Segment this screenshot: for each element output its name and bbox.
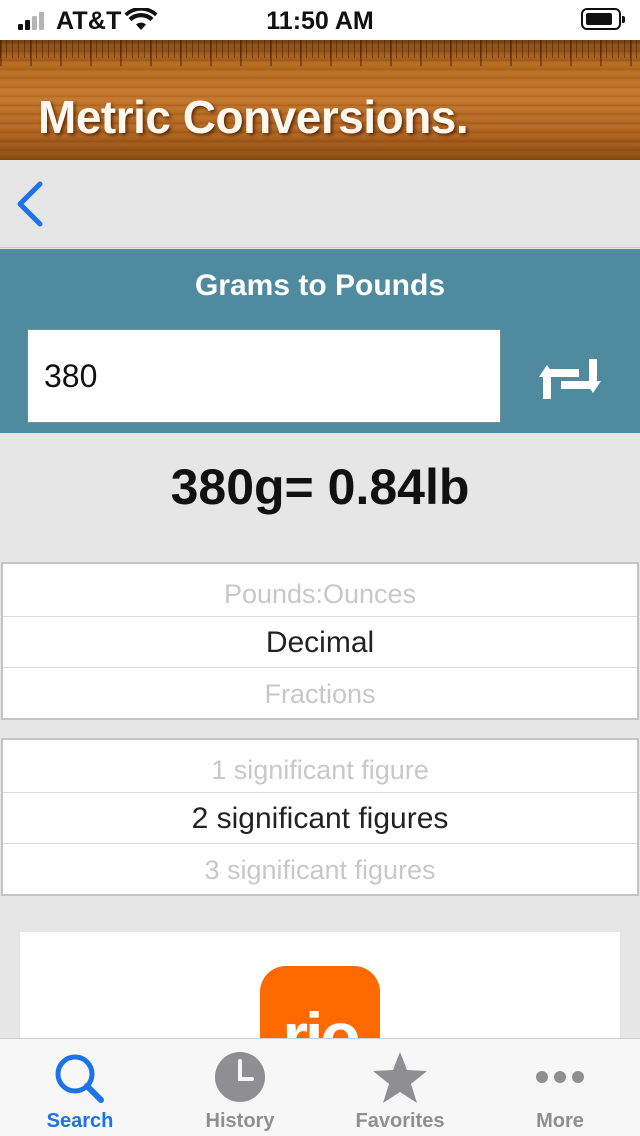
picker-option[interactable]: Pounds:Ounces <box>3 568 637 620</box>
status-time: 11:50 AM <box>266 7 374 35</box>
ad-banner[interactable]: rio <box>20 932 620 1086</box>
tab-label: Search <box>46 1110 114 1132</box>
tab-bar: Search History Favorites More <box>0 1038 640 1136</box>
tab-label: History <box>205 1110 275 1132</box>
conversion-result: 380g= 0.84lb <box>170 459 470 515</box>
app-banner: Metric Conversions. <box>0 40 640 160</box>
more-icon <box>536 1071 584 1083</box>
format-picker[interactable]: Pounds:Ounces Decimal Fractions <box>1 562 639 720</box>
tab-favorites[interactable]: Favorites <box>320 1039 480 1136</box>
picker-option[interactable]: 1 significant figure <box>3 744 637 796</box>
tab-search[interactable]: Search <box>0 1039 160 1136</box>
banner-title: Metric Conversions. <box>38 91 469 143</box>
picker-option-selected[interactable]: 2 significant figures <box>3 792 637 844</box>
value-input[interactable] <box>27 329 501 423</box>
conversion-title: Grams to Pounds <box>194 269 446 302</box>
chevron-left-icon <box>17 181 43 227</box>
search-icon <box>55 1054 104 1103</box>
picker-option[interactable]: Fractions <box>3 668 637 718</box>
tab-more[interactable]: More <box>480 1039 640 1136</box>
tab-label: Favorites <box>355 1110 445 1132</box>
star-icon <box>373 1052 427 1103</box>
picker-option[interactable]: 3 significant figures <box>3 844 637 894</box>
clock-icon <box>215 1052 265 1102</box>
back-button[interactable] <box>10 180 54 228</box>
picker-option-selected[interactable]: Decimal <box>3 616 637 668</box>
conversion-panel: Grams to Pounds <box>0 249 640 433</box>
status-bar: AT&T 11:50 AM <box>0 0 640 40</box>
tab-history[interactable]: History <box>160 1039 320 1136</box>
tab-label: More <box>536 1110 584 1132</box>
battery-icon <box>581 8 625 30</box>
precision-picker[interactable]: 1 significant figure 2 significant figur… <box>1 738 639 896</box>
swap-units-button[interactable] <box>537 355 603 403</box>
swap-arrows-icon <box>539 359 601 399</box>
navigation-bar <box>0 160 640 248</box>
